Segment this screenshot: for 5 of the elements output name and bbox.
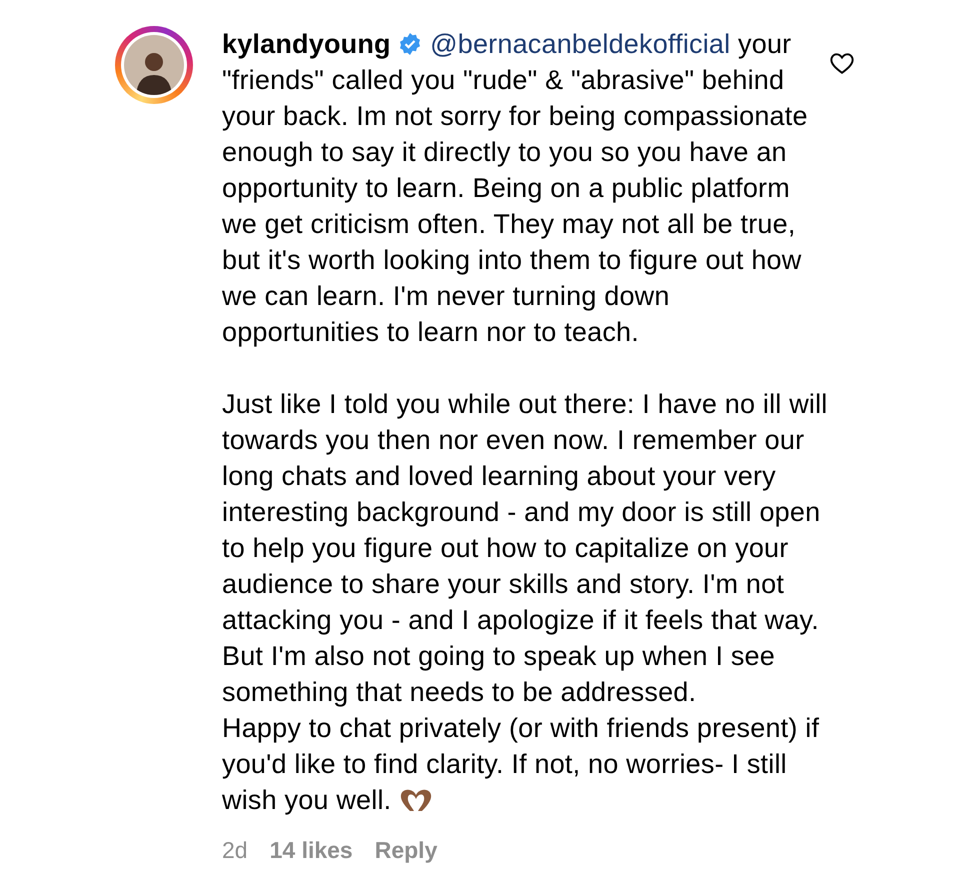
avatar-photo-placeholder	[124, 35, 184, 95]
mention-link[interactable]: @bernacanbeldekofficial	[430, 29, 730, 59]
comment-text: kylandyoung @bernacanbeldekofficial your "friends" called you "rude" & "abrasive" behind your back. Im not sorry for being compassionate enough to say it directly to you so you have an opportunity to learn. Being on a public platform we get criticism often. They may not all be true, but it's worth looking into them to figure out how we can learn. I'm never turning down opportunities to learn nor to teach. Just like I told you while out there: I have no ill will towards you then nor even now. I remember our long chats and loved learning about your very interesting background - and my door is still open to help you figure out how to capitalize on your audience to share your skills and story. I'm not attacking you - and I apologize if it feels that way. But I'm also not going to speak up when I see something that needs to be addressed. Happy to chat privately (or with friends present) if you'd like to find clarity. If not, no worries- I still wish you well.	[222, 28, 828, 817]
comment-time: 2d	[222, 836, 248, 865]
username-link[interactable]: kylandyoung	[222, 29, 391, 59]
